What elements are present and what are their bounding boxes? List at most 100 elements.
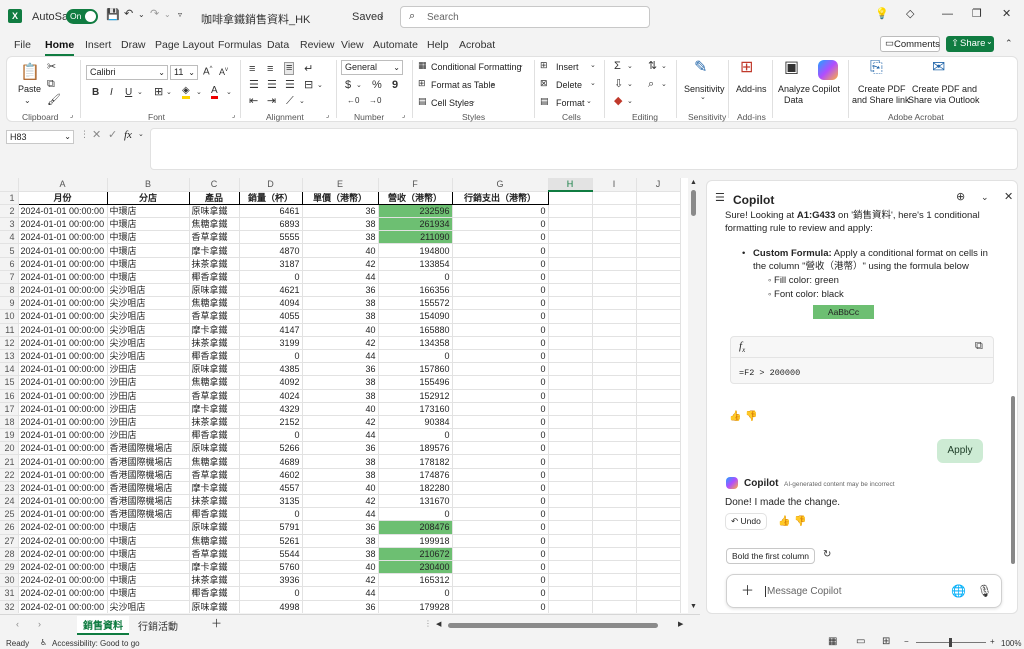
- cell-a7[interactable]: 2024-01-01 00:00:00: [18, 270, 108, 285]
- row-header[interactable]: 30: [0, 573, 19, 588]
- cell-e21[interactable]: 38: [302, 454, 379, 469]
- cell-i30[interactable]: [592, 573, 637, 588]
- cell-c31[interactable]: 椰香拿鐵: [189, 586, 240, 601]
- row-header[interactable]: 32: [0, 600, 19, 613]
- cell-i21[interactable]: [592, 454, 637, 469]
- cell-h2[interactable]: [548, 204, 593, 219]
- scroll-up-icon[interactable]: ▲: [690, 179, 697, 186]
- thumbs-down-icon[interactable]: 👎: [745, 412, 757, 422]
- create-pdf-share-link-button[interactable]: ⎘ Create PDF and Share link: [852, 60, 910, 106]
- cell-f30[interactable]: 165312: [378, 573, 453, 588]
- cell-e29[interactable]: 40: [302, 560, 379, 575]
- cell-b21[interactable]: 香港國際機場店: [107, 454, 190, 469]
- cell-i27[interactable]: [592, 534, 637, 548]
- cell-d10[interactable]: 4055: [239, 309, 303, 324]
- cell-f3[interactable]: 261934: [378, 217, 453, 232]
- cell-j21[interactable]: [636, 454, 681, 469]
- conditional-formatting-button[interactable]: ▦ Conditional Formatting ⌄: [418, 60, 526, 74]
- row-header[interactable]: 16: [0, 389, 19, 403]
- column-header-d[interactable]: D: [239, 178, 303, 192]
- cell-e24[interactable]: 42: [302, 494, 379, 509]
- cell-i20[interactable]: [592, 441, 637, 456]
- cell-d28[interactable]: 5544: [239, 547, 303, 561]
- increase-indent-icon[interactable]: ⇥: [267, 96, 276, 107]
- refresh-suggestions-icon[interactable]: ↻: [823, 550, 831, 560]
- cell-h19[interactable]: [548, 428, 593, 443]
- excel-logo-icon[interactable]: X: [8, 9, 22, 23]
- fill-dropdown-icon[interactable]: ⌄: [627, 81, 633, 88]
- row-header[interactable]: 10: [0, 309, 19, 324]
- redo-dropdown-icon[interactable]: ⌄: [164, 11, 171, 19]
- cell-a26[interactable]: 2024-02-01 00:00:00: [18, 520, 108, 535]
- cell-g24[interactable]: 0: [452, 494, 549, 509]
- cell-b23[interactable]: 香港國際機場店: [107, 481, 190, 496]
- cell-d23[interactable]: 4557: [239, 481, 303, 496]
- customize-qat-icon[interactable]: ▿: [178, 11, 182, 19]
- cell-i7[interactable]: [592, 270, 637, 285]
- cell-h12[interactable]: [548, 336, 593, 350]
- more-options-icon[interactable]: ⋮: [80, 130, 89, 139]
- cell-e26[interactable]: 36: [302, 520, 379, 535]
- cell-g7[interactable]: 0: [452, 270, 549, 285]
- cell-i13[interactable]: [592, 349, 637, 364]
- cell-a5[interactable]: 2024-01-01 00:00:00: [18, 243, 108, 258]
- currency-icon[interactable]: $: [345, 80, 351, 91]
- clear-dropdown-icon[interactable]: ⌄: [627, 98, 633, 105]
- close-pane-icon[interactable]: ✕: [1004, 192, 1013, 203]
- cell-e27[interactable]: 38: [302, 534, 379, 548]
- cell-e22[interactable]: 38: [302, 468, 379, 482]
- underline-icon[interactable]: U: [125, 88, 132, 98]
- cell-j1[interactable]: [636, 191, 681, 205]
- format-painter-icon[interactable]: 🖌: [47, 95, 61, 106]
- close-icon[interactable]: ✕: [1002, 9, 1011, 20]
- delete-cells-button[interactable]: ⊠ Delete ⌄: [540, 78, 596, 92]
- decrease-indent-icon[interactable]: ⇤: [249, 96, 258, 107]
- cell-e14[interactable]: 36: [302, 362, 379, 377]
- pane-options-icon[interactable]: ⌄: [981, 193, 989, 202]
- wrap-text-icon[interactable]: ↵: [304, 64, 313, 75]
- row-header[interactable]: 5: [0, 243, 19, 258]
- cell-j16[interactable]: [636, 389, 681, 403]
- cell-f18[interactable]: 90384: [378, 415, 453, 430]
- cell-h30[interactable]: [548, 573, 593, 588]
- find-select-icon[interactable]: ⌕: [648, 79, 654, 90]
- cell-f7[interactable]: 0: [378, 270, 453, 285]
- cell-j9[interactable]: [636, 296, 681, 311]
- accessibility-status[interactable]: Accessibility: Good to go: [52, 639, 140, 648]
- copilot-ribbon-button[interactable]: Copilot: [812, 60, 846, 96]
- cell-i17[interactable]: [592, 402, 637, 416]
- align-top-icon[interactable]: ≡: [249, 64, 255, 75]
- cell-j26[interactable]: [636, 520, 681, 535]
- page-break-view-icon[interactable]: ⊞: [882, 637, 890, 647]
- cell-a18[interactable]: 2024-01-01 00:00:00: [18, 415, 108, 430]
- cell-j27[interactable]: [636, 534, 681, 548]
- cell-b12[interactable]: 尖沙咀店: [107, 336, 190, 350]
- cell-h15[interactable]: [548, 375, 593, 390]
- cell-e8[interactable]: 36: [302, 283, 379, 298]
- cell-g14[interactable]: 0: [452, 362, 549, 377]
- cell-j14[interactable]: [636, 362, 681, 377]
- row-header[interactable]: 28: [0, 547, 19, 561]
- cell-h3[interactable]: [548, 217, 593, 232]
- cell-c26[interactable]: 原味拿鐵: [189, 520, 240, 535]
- addins-button[interactable]: ⊞ Add-ins: [734, 60, 768, 96]
- copy-icon[interactable]: ⧉: [47, 79, 55, 90]
- row-header[interactable]: 27: [0, 534, 19, 548]
- cell-d15[interactable]: 4092: [239, 375, 303, 390]
- cell-j10[interactable]: [636, 309, 681, 324]
- cell-e20[interactable]: 36: [302, 441, 379, 456]
- cell-b15[interactable]: 沙田店: [107, 375, 190, 390]
- cell-f25[interactable]: 0: [378, 507, 453, 522]
- autosave-toggle[interactable]: On: [66, 9, 98, 24]
- cell-f24[interactable]: 131670: [378, 494, 453, 509]
- cell-j18[interactable]: [636, 415, 681, 430]
- cell-d17[interactable]: 4329: [239, 402, 303, 416]
- borders-dropdown-icon[interactable]: ⌄: [166, 89, 172, 96]
- cut-icon[interactable]: ✂: [47, 62, 56, 73]
- prev-sheet-icon[interactable]: ‹: [16, 620, 19, 629]
- cell-i10[interactable]: [592, 309, 637, 324]
- cell-f8[interactable]: 166356: [378, 283, 453, 298]
- cell-c12[interactable]: 抹茶拿鐵: [189, 336, 240, 350]
- apply-button[interactable]: Apply: [937, 439, 983, 463]
- horizontal-scroll-thumb[interactable]: [448, 623, 658, 628]
